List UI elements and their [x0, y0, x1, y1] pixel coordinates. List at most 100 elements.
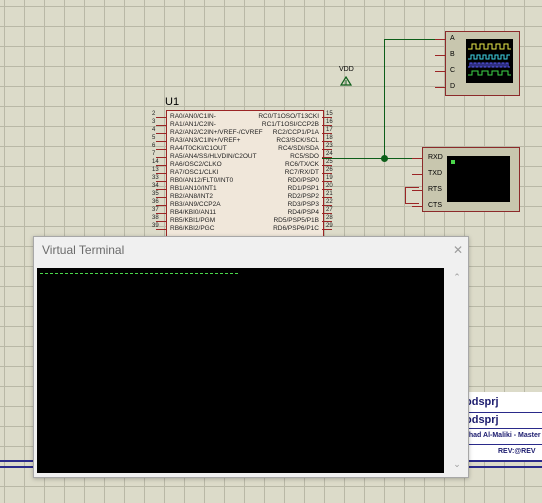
scope-channel-a: A: [450, 35, 455, 42]
chip-pin-line: [156, 205, 166, 206]
chip-pin-line: [322, 141, 332, 142]
chip-pin-number: 23: [326, 143, 333, 149]
terminal-pin-line: [412, 174, 422, 175]
virtual-terminal-screen[interactable]: [37, 268, 444, 473]
chip-pin-label: RD5/PSP5/P1B: [273, 217, 319, 224]
chip-pin-label: RA7/OSC1/CLKI: [170, 169, 219, 176]
chip-pin-number: 26: [326, 167, 333, 173]
terminal-pin-cts: CTS: [428, 202, 442, 209]
wire-scope-a-top: [384, 39, 435, 40]
wire-rts-cts: [405, 187, 406, 204]
chip-pin-line: [156, 157, 166, 158]
chip-pin-label: RD1/PSP1: [287, 185, 319, 192]
chip-pin-label: RA0/AN0/C1IN-: [170, 113, 216, 120]
virtual-terminal-instrument-screen: [447, 156, 510, 202]
chip-pin-label: RC7/RX/DT: [284, 169, 319, 176]
chip-pin-label: RB3/AN9/CCP2A: [170, 201, 221, 208]
chip-pin-number: 17: [326, 127, 333, 133]
oscilloscope[interactable]: [445, 31, 520, 96]
terminal-pin-line: [412, 158, 422, 159]
chip-pin-number: 37: [152, 207, 159, 213]
chip-pin-line: [156, 229, 166, 230]
chip-pin-line: [156, 197, 166, 198]
chip-pin-line: [322, 149, 332, 150]
chip-pin-number: 39: [152, 223, 159, 229]
chip-pin-line: [322, 125, 332, 126]
chip-pin-number: 16: [326, 119, 333, 125]
chip-pin-number: 2: [152, 111, 156, 117]
chip-pin-label: RA3/AN3/C1IN+/VREF+: [170, 137, 241, 144]
chip-pin-number: 28: [326, 215, 333, 221]
chip-pin-label: RC5/SDO: [290, 153, 319, 160]
chip-pin-label: RD4/PSP4: [287, 209, 319, 216]
chip-pin-line: [322, 189, 332, 190]
chip-pin-number: 27: [326, 207, 333, 213]
chip-pin-line: [156, 181, 166, 182]
chip-pin-label: RB4/KBI0/AN11: [170, 209, 217, 216]
scope-channel-line: [435, 71, 445, 72]
terminal-pin-line: [412, 190, 422, 191]
chip-pin-line: [322, 173, 332, 174]
terminal-pin-txd: TXD: [428, 170, 442, 177]
chip-pin-number: 22: [326, 199, 333, 205]
scope-channel-line: [435, 87, 445, 88]
chip-pin-number: 5: [152, 135, 156, 141]
chip-pin-line: [156, 141, 166, 142]
chip-pin-line: [322, 165, 332, 166]
chip-pin-line: [322, 181, 332, 182]
chip-pin-line: [156, 221, 166, 222]
chip-label: U1: [165, 96, 180, 108]
chevron-down-icon[interactable]: ⌄: [452, 459, 462, 469]
chip-pin-number: 13: [152, 167, 159, 173]
chip-pin-line: [322, 205, 332, 206]
virtual-terminal-scrollbar[interactable]: ⌃ ⌄: [448, 268, 466, 473]
chip-pin-number: 14: [152, 159, 159, 165]
terminal-indicator-icon: [451, 160, 455, 164]
chip-pin-number: 6: [152, 143, 156, 149]
terminal-pin-rxd: RXD: [428, 154, 443, 161]
chip-pin-number: 4: [152, 127, 156, 133]
chip-pin-line: [322, 197, 332, 198]
terminal-output-line: [40, 273, 238, 274]
chip-pin-line: [156, 173, 166, 174]
chip-pin-number: 24: [326, 151, 333, 157]
chip-pin-line: [156, 133, 166, 134]
chip-pin-number: 3: [152, 119, 156, 125]
vdd-label: VDD: [339, 66, 354, 73]
chip-pin-number: 15: [326, 111, 333, 117]
chip-pin-label: RB1/AN10/INT1: [170, 185, 217, 192]
wire-junction: [381, 155, 388, 162]
terminal-pin-rts: RTS: [428, 186, 442, 193]
chip-pin-label: RA6/OSC2/CLKO: [170, 161, 222, 168]
scope-channel-d: D: [450, 83, 456, 90]
chip-pin-label: RB0/AN12/FLT0/INT0: [170, 177, 234, 184]
oscilloscope-screen: [466, 39, 513, 83]
chip-pin-number: 18: [326, 135, 333, 141]
chip-pin-label: RD3/PSP3: [287, 201, 319, 208]
chip-pin-line: [156, 213, 166, 214]
scope-channel-line: [435, 55, 445, 56]
chip-pin-number: 29: [326, 223, 333, 229]
chevron-up-icon[interactable]: ⌃: [452, 272, 462, 282]
chip-pin-label: RA2/AN2/C2IN+/VREF-/CVREF: [170, 129, 263, 136]
chip-pin-number: 36: [152, 199, 159, 205]
chip-pin-number: 19: [326, 175, 333, 181]
chip-pin-label: RC3/SCK/SCL: [276, 137, 319, 144]
chip-pin-label: RB6/KBI2/PGC: [170, 225, 215, 232]
wire-rts: [405, 187, 419, 188]
scope-channel-c: C: [450, 67, 456, 74]
chip-pin-number: 38: [152, 215, 159, 221]
chip-pin-number: 7: [152, 151, 156, 157]
chip-pin-line: [156, 149, 166, 150]
chip-pin-line: [322, 133, 332, 134]
title-block: odsprj odsprj ahad Al-Maliki - Master RE…: [461, 392, 542, 462]
chip-pin-label: RA1/AN1/C2IN-: [170, 121, 216, 128]
chip-pin-line: [322, 221, 332, 222]
virtual-terminal-window[interactable]: Virtual Terminal ✕ ⌃ ⌄: [33, 236, 469, 478]
close-icon[interactable]: ✕: [451, 243, 465, 257]
chip-pin-line: [156, 165, 166, 166]
title-block-author: ahad Al-Maliki - Master: [465, 432, 541, 439]
chip-pin-line: [156, 125, 166, 126]
wire-cts: [405, 203, 419, 204]
scope-channel-b: B: [450, 51, 455, 58]
